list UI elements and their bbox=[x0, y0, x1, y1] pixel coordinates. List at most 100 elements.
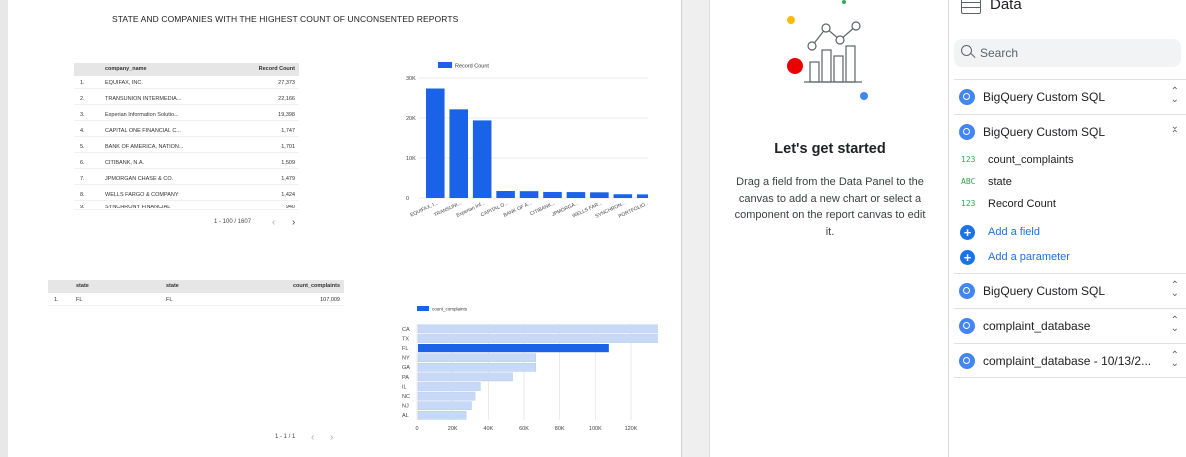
data-source-item[interactable]: BigQuery Custom SQL ⌃ ⌄ bbox=[954, 79, 1186, 113]
data-source-label: complaint_database bbox=[983, 319, 1091, 333]
header-company-name[interactable]: company_name bbox=[105, 66, 147, 72]
add-icon: + bbox=[960, 250, 975, 265]
header-count-complaints[interactable]: count_complaints bbox=[293, 283, 340, 289]
row-company-name: TRANSUNION INTERMEDIA... bbox=[105, 96, 182, 102]
y-tick-label: NC bbox=[402, 394, 410, 400]
table-row[interactable]: 3. Experian Information Solutio... 19,398 bbox=[74, 109, 299, 121]
record-count-bar-chart[interactable]: Record Count010K20K30KEQUIFAX, I...TRANS… bbox=[388, 56, 648, 236]
row-record-count: 1,424 bbox=[281, 192, 295, 198]
expand-collapse-icon[interactable]: ⌃ ⌄ bbox=[1171, 351, 1179, 369]
x-tick-label: 120K bbox=[625, 426, 638, 432]
data-source-item[interactable]: BigQuery Custom SQL ⌄ ⌃ bbox=[954, 114, 1186, 148]
expand-collapse-icon[interactable]: ⌃ ⌄ bbox=[1171, 281, 1179, 299]
pager-text: 1 - 1 / 1 bbox=[275, 434, 296, 440]
pager-text: 1 - 100 / 1607 bbox=[214, 219, 252, 225]
table-header: company_name Record Count bbox=[74, 63, 299, 76]
row-company-name: SYNCHRONY FINANCIAL bbox=[105, 205, 171, 210]
text-type-icon: ABC bbox=[961, 177, 976, 186]
prev-page-icon[interactable]: ‹ bbox=[311, 432, 314, 443]
state-complaints-bar-chart[interactable]: count_complaints 0 20K 40K 60K 80K 100K 120K CA T… bbox=[388, 302, 658, 442]
report-canvas[interactable]: STATE AND COMPANIES WITH THE HIGHEST COU… bbox=[8, 0, 682, 457]
number-type-icon: 123 bbox=[961, 199, 976, 208]
legend-swatch bbox=[438, 62, 452, 68]
data-source-label: BigQuery Custom SQL bbox=[983, 90, 1106, 104]
table-row[interactable]: 2. TRANSUNION INTERMEDIA... 22,166 bbox=[74, 93, 299, 105]
x-tick-label: 40K bbox=[483, 426, 493, 432]
x-tick-label: 20K bbox=[448, 426, 458, 432]
bar bbox=[417, 334, 658, 343]
row-record-count: 19,398 bbox=[278, 112, 295, 118]
divider bbox=[954, 377, 1186, 378]
bar bbox=[449, 109, 469, 198]
table-row[interactable]: 1. FL FL 107,009 bbox=[48, 294, 344, 306]
row-record-count: 1,701 bbox=[281, 144, 295, 150]
prev-page-icon[interactable]: ‹ bbox=[272, 217, 275, 228]
row-state: FL bbox=[76, 297, 83, 303]
data-source-label: BigQuery Custom SQL bbox=[983, 125, 1106, 139]
data-panel-icon bbox=[961, 0, 981, 14]
bar bbox=[636, 194, 648, 198]
header-record-count[interactable]: Record Count bbox=[259, 66, 295, 72]
bar bbox=[417, 401, 472, 410]
field-name: count_complaints bbox=[988, 154, 1074, 166]
row-count: 107,009 bbox=[320, 297, 340, 303]
data-source-item[interactable]: complaint_database - 10/13/2... ⌃ ⌄ bbox=[954, 343, 1186, 377]
y-tick-label: 0 bbox=[406, 196, 409, 202]
bigquery-icon bbox=[959, 124, 975, 140]
bar bbox=[417, 372, 513, 382]
y-tick-label: TX bbox=[402, 336, 409, 342]
row-company-name: CAPITAL ONE FINANCIAL C... bbox=[105, 128, 181, 134]
row-number: 1. bbox=[80, 80, 85, 86]
row-number: 5. bbox=[80, 144, 85, 150]
next-page-icon[interactable]: › bbox=[330, 432, 333, 443]
bar bbox=[566, 192, 586, 198]
header-state-1[interactable]: state bbox=[76, 283, 89, 289]
table2-pager: 1 - 1 / 1 ‹ › bbox=[275, 432, 355, 444]
x-tick-label: 100K bbox=[589, 426, 602, 432]
y-tick-label: 10K bbox=[406, 156, 416, 162]
table-row[interactable]: 6. CITIBANK, N.A. 1,509 bbox=[74, 157, 299, 169]
y-tick-label: NY bbox=[402, 356, 410, 362]
y-tick-label: PA bbox=[402, 375, 409, 381]
row-number: 4. bbox=[80, 128, 85, 134]
company-table[interactable]: company_name Record Count 1. EQUIFAX, INC… bbox=[74, 63, 299, 213]
search-box[interactable]: Search bbox=[954, 39, 1181, 67]
data-source-label: complaint_database - 10/13/2... bbox=[983, 354, 1152, 368]
expand-collapse-icon[interactable]: ⌃ ⌄ bbox=[1171, 316, 1179, 334]
add-parameter-label: Add a parameter bbox=[988, 251, 1070, 263]
lets-get-started-heading: Let's get started bbox=[774, 141, 886, 157]
table-row[interactable]: 4. CAPITAL ONE FINANCIAL C... 1,747 bbox=[74, 125, 299, 137]
row-record-count: 940 bbox=[285, 205, 295, 210]
bar bbox=[519, 191, 539, 198]
legend-label: count_complaints bbox=[432, 307, 468, 312]
data-source-item[interactable]: complaint_database ⌃ ⌄ bbox=[954, 308, 1186, 342]
expand-collapse-icon[interactable]: ⌃ ⌄ bbox=[1171, 87, 1179, 105]
bar bbox=[418, 344, 609, 353]
add-field-label: Add a field bbox=[988, 226, 1040, 238]
bar bbox=[472, 120, 492, 198]
field-name: state bbox=[988, 176, 1012, 188]
state-table[interactable]: state state count_complaints 1. FL FL 10… bbox=[48, 280, 344, 310]
y-tick-label: FL bbox=[402, 346, 408, 352]
row-number: 7. bbox=[80, 176, 85, 182]
bar bbox=[426, 88, 445, 198]
y-tick-label: 20K bbox=[406, 116, 416, 122]
collapse-icon[interactable]: ⌄ ⌃ bbox=[1171, 122, 1179, 140]
bar bbox=[417, 410, 467, 420]
chart-illustration-icon bbox=[787, 0, 868, 100]
table1-pager: 1 - 100 / 1607 ‹ › bbox=[214, 217, 314, 229]
data-panel-title: Data bbox=[990, 0, 1022, 13]
table-row[interactable]: 8. WELLS FARGO & COMPANY 1,424 bbox=[74, 189, 299, 201]
table-row[interactable]: 9. SYNCHRONY FINANCIAL 940 bbox=[74, 205, 299, 210]
data-source-label: BigQuery Custom SQL bbox=[983, 284, 1106, 298]
table-row[interactable]: 5. BANK OF AMERICA, NATION... 1,701 bbox=[74, 141, 299, 153]
table-row[interactable]: 1. EQUIFAX, INC. 27,373 bbox=[74, 77, 299, 89]
y-tick-label: 30K bbox=[406, 76, 416, 82]
data-source-item[interactable]: BigQuery Custom SQL ⌃ ⌄ bbox=[954, 273, 1186, 307]
row-number: 1. bbox=[54, 297, 59, 303]
table-row[interactable]: 7. JPMORGAN CHASE & CO. 1,479 bbox=[74, 173, 299, 185]
header-state-2[interactable]: state bbox=[166, 283, 179, 289]
row-number: 8. bbox=[80, 192, 85, 198]
search-input[interactable]: Search bbox=[980, 46, 1018, 60]
next-page-icon[interactable]: › bbox=[292, 217, 295, 228]
